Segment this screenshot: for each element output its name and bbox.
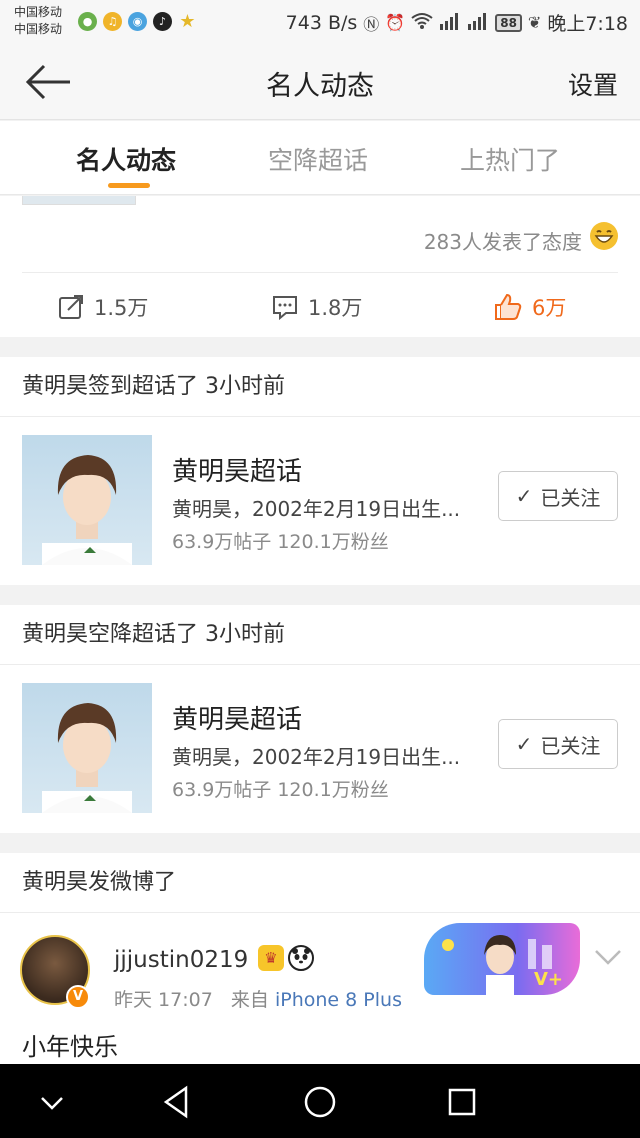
- vip-banner-image[interactable]: V+: [424, 923, 580, 995]
- hide-nav-chevron-icon[interactable]: [32, 1082, 72, 1122]
- supertopic-description: 黄明昊，2002年2月19日出生...: [172, 497, 461, 521]
- follow-label: 已关注: [540, 733, 601, 758]
- alarm-icon: ⏰: [385, 13, 406, 32]
- panda-icon: [288, 945, 314, 971]
- reactions-summary[interactable]: 283人发表了态度: [424, 226, 582, 255]
- post-image-stub: [22, 196, 136, 205]
- activity-header: 黄明昊签到超话了 3小时前: [0, 357, 640, 417]
- tab-bar: 名人动态 空降超话 上热门了: [0, 121, 640, 195]
- supertopic-avatar: [22, 435, 152, 565]
- back-triangle-icon[interactable]: [158, 1082, 198, 1122]
- supertopic-stats: 63.9万帖子 120.1万粉丝: [172, 531, 389, 553]
- tab-supertopic-drop[interactable]: 空降超话: [268, 141, 368, 177]
- share-count: 1.5万: [94, 296, 149, 320]
- share-button[interactable]: 1.5万: [58, 292, 148, 322]
- tiktok-icon: ♪: [153, 12, 172, 31]
- star-icon: ★: [179, 11, 196, 32]
- leaf-icon: ❦: [527, 13, 542, 32]
- post-time: 昨天 17:07: [114, 989, 213, 1011]
- notification-icons: ● ♫ ◉ ♪ ★: [78, 12, 197, 31]
- wifi-icon: [411, 12, 433, 34]
- source-prefix: 来自: [230, 989, 269, 1011]
- tab-trending[interactable]: 上热门了: [460, 141, 560, 177]
- carrier-label: 中国移动 中国移动: [14, 4, 62, 38]
- check-icon: ✓: [515, 484, 533, 508]
- verified-badge-icon: V: [66, 985, 90, 1009]
- signal-icon: [467, 12, 489, 34]
- weibo-post[interactable]: V jjjustin0219 ♛ 昨天 17:07 来自 iPhone 8 Pl…: [0, 913, 640, 1064]
- follow-button[interactable]: ✓ 已关注: [498, 471, 618, 521]
- status-bar: 中国移动 中国移动 ● ♫ ◉ ♪ ★ 743 B/s Ⓝ ⏰ 88 ❦ 晚上7…: [0, 0, 640, 44]
- crown-icon: ♛: [258, 945, 284, 971]
- tab-active-indicator: [108, 183, 150, 188]
- carrier-2: 中国移动: [14, 22, 63, 36]
- status-right: 743 B/s Ⓝ ⏰ 88 ❦ 晚上7:18: [286, 9, 628, 36]
- app-header: 名人动态 设置: [0, 44, 640, 120]
- post-meta: 昨天 17:07 来自 iPhone 8 Plus: [114, 985, 402, 1012]
- chevron-down-icon[interactable]: [594, 947, 622, 967]
- source-device[interactable]: iPhone 8 Plus: [275, 989, 402, 1011]
- system-nav-bar: [0, 1064, 640, 1138]
- supertopic-name: 黄明昊超话: [172, 705, 303, 735]
- comment-button[interactable]: 1.8万: [272, 292, 362, 322]
- svg-text:V+: V+: [534, 969, 563, 990]
- activity-header: 黄明昊发微博了: [0, 853, 640, 913]
- tab-celebrity-updates[interactable]: 名人动态: [76, 141, 176, 177]
- clock: 晚上7:18: [547, 13, 628, 35]
- supertopic-card[interactable]: 黄明昊超话 黄明昊，2002年2月19日出生... 63.9万帖子 120.1万…: [0, 665, 640, 833]
- follow-label: 已关注: [540, 485, 601, 510]
- app-icon: ◉: [128, 12, 147, 31]
- like-count: 6万: [532, 296, 567, 320]
- supertopic-description: 黄明昊，2002年2月19日出生...: [172, 745, 461, 769]
- divider: [22, 272, 618, 273]
- activity-header: 黄明昊空降超话了 3小时前: [0, 605, 640, 665]
- username[interactable]: jjjustin0219: [114, 947, 248, 973]
- like-button[interactable]: 6万: [494, 292, 566, 322]
- supertopic-avatar: [22, 683, 152, 813]
- network-speed: 743 B/s: [285, 11, 358, 34]
- supertopic-stats: 63.9万帖子 120.1万粉丝: [172, 779, 389, 801]
- app-icon: ●: [78, 12, 97, 31]
- battery-indicator: 88: [495, 13, 522, 32]
- comment-count: 1.8万: [308, 296, 363, 320]
- laugh-emoji-icon: [590, 222, 618, 250]
- post-card: 283人发表了态度 1.5万 1.8万 6万: [0, 196, 640, 337]
- recents-square-icon[interactable]: [442, 1082, 482, 1122]
- home-circle-icon[interactable]: [300, 1082, 340, 1122]
- supertopic-card[interactable]: 黄明昊超话 黄明昊，2002年2月19日出生... 63.9万帖子 120.1万…: [0, 417, 640, 585]
- comment-icon: [273, 296, 297, 320]
- page-title: 名人动态: [266, 71, 374, 102]
- share-icon: [59, 295, 83, 319]
- post-text[interactable]: 小年快乐: [22, 1027, 118, 1062]
- follow-button[interactable]: ✓ 已关注: [498, 719, 618, 769]
- nfc-icon: Ⓝ: [363, 14, 380, 34]
- app-icon: ♫: [103, 12, 122, 31]
- check-icon: ✓: [515, 732, 533, 756]
- settings-button[interactable]: 设置: [568, 66, 618, 102]
- user-badges: ♛: [258, 945, 314, 971]
- thumbs-up-icon: [495, 293, 522, 320]
- supertopic-name: 黄明昊超话: [172, 457, 303, 487]
- signal-icon: [439, 12, 461, 34]
- carrier-1: 中国移动: [14, 5, 63, 19]
